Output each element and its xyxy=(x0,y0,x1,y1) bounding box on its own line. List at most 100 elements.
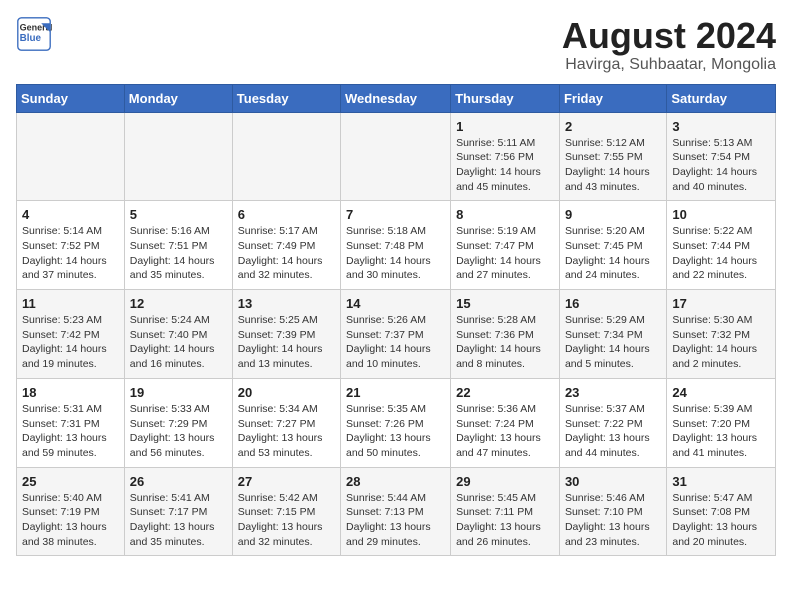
day-number: 7 xyxy=(346,207,445,222)
column-header-sunday: Sunday xyxy=(17,84,125,112)
day-cell: 13Sunrise: 5:25 AM Sunset: 7:39 PM Dayli… xyxy=(232,290,340,379)
day-cell xyxy=(124,112,232,201)
day-cell: 21 Sunrise: 5:35 AM Sunset: 7:26 PM Dayli… xyxy=(341,378,451,467)
day-cell: 24 Sunrise: 5:39 AM Sunset: 7:20 PM Dayli… xyxy=(667,378,776,467)
day-number: 26 xyxy=(130,474,227,489)
day-cell: 15 Sunrise: 5:28 AM Sunset: 7:36 PM Dayli… xyxy=(451,290,560,379)
day-number: 8 xyxy=(456,207,554,222)
day-number: 14 xyxy=(346,296,445,311)
day-cell xyxy=(341,112,451,201)
day-detail: Sunrise: 5:14 AM Sunset: 7:52 PM Dayligh… xyxy=(22,224,119,283)
day-number: 15 xyxy=(456,296,554,311)
day-number: 31 xyxy=(672,474,770,489)
day-cell: 10Sunrise: 5:22 AM Sunset: 7:44 PM Dayli… xyxy=(667,201,776,290)
day-detail: Sunrise: 5:20 AM Sunset: 7:45 PM Dayligh… xyxy=(565,224,661,283)
column-header-thursday: Thursday xyxy=(451,84,560,112)
day-detail: Sunrise: 5:39 AM Sunset: 7:20 PM Dayligh… xyxy=(672,402,770,461)
day-cell: 29 Sunrise: 5:45 AM Sunset: 7:11 PM Dayli… xyxy=(451,467,560,556)
day-number: 3 xyxy=(672,119,770,134)
header-row: SundayMondayTuesdayWednesdayThursdayFrid… xyxy=(17,84,776,112)
calendar-body: 1 Sunrise: 5:11 AM Sunset: 7:56 PM Daylig… xyxy=(17,112,776,556)
column-header-monday: Monday xyxy=(124,84,232,112)
logo-icon: General Blue xyxy=(16,16,52,52)
day-cell: 7 Sunrise: 5:18 AM Sunset: 7:48 PM Daylig… xyxy=(341,201,451,290)
day-number: 4 xyxy=(22,207,119,222)
day-detail: Sunrise: 5:30 AM Sunset: 7:32 PM Dayligh… xyxy=(672,313,770,372)
column-header-friday: Friday xyxy=(559,84,666,112)
day-number: 5 xyxy=(130,207,227,222)
day-detail: Sunrise: 5:41 AM Sunset: 7:17 PM Dayligh… xyxy=(130,491,227,550)
day-detail: Sunrise: 5:11 AM Sunset: 7:56 PM Dayligh… xyxy=(456,136,554,195)
day-number: 28 xyxy=(346,474,445,489)
week-row-3: 11 Sunrise: 5:23 AM Sunset: 7:42 PM Dayli… xyxy=(17,290,776,379)
day-cell: 22 Sunrise: 5:36 AM Sunset: 7:24 PM Dayli… xyxy=(451,378,560,467)
day-number: 25 xyxy=(22,474,119,489)
day-detail: Sunrise: 5:19 AM Sunset: 7:47 PM Dayligh… xyxy=(456,224,554,283)
day-cell: 2Sunrise: 5:12 AM Sunset: 7:55 PM Daylig… xyxy=(559,112,666,201)
day-detail: Sunrise: 5:17 AM Sunset: 7:49 PM Dayligh… xyxy=(238,224,335,283)
day-number: 1 xyxy=(456,119,554,134)
day-detail: Sunrise: 5:45 AM Sunset: 7:11 PM Dayligh… xyxy=(456,491,554,550)
week-row-4: 18Sunrise: 5:31 AM Sunset: 7:31 PM Dayli… xyxy=(17,378,776,467)
day-detail: Sunrise: 5:26 AM Sunset: 7:37 PM Dayligh… xyxy=(346,313,445,372)
day-cell: 4 Sunrise: 5:14 AM Sunset: 7:52 PM Daylig… xyxy=(17,201,125,290)
day-cell: 3 Sunrise: 5:13 AM Sunset: 7:54 PM Daylig… xyxy=(667,112,776,201)
day-cell: 30 Sunrise: 5:46 AM Sunset: 7:10 PM Dayli… xyxy=(559,467,666,556)
day-number: 20 xyxy=(238,385,335,400)
day-number: 29 xyxy=(456,474,554,489)
day-number: 16 xyxy=(565,296,661,311)
day-cell: 28 Sunrise: 5:44 AM Sunset: 7:13 PM Dayli… xyxy=(341,467,451,556)
column-header-tuesday: Tuesday xyxy=(232,84,340,112)
column-header-saturday: Saturday xyxy=(667,84,776,112)
day-detail: Sunrise: 5:36 AM Sunset: 7:24 PM Dayligh… xyxy=(456,402,554,461)
day-detail: Sunrise: 5:34 AM Sunset: 7:27 PM Dayligh… xyxy=(238,402,335,461)
day-number: 23 xyxy=(565,385,661,400)
day-number: 30 xyxy=(565,474,661,489)
day-detail: Sunrise: 5:33 AM Sunset: 7:29 PM Dayligh… xyxy=(130,402,227,461)
day-detail: Sunrise: 5:46 AM Sunset: 7:10 PM Dayligh… xyxy=(565,491,661,550)
week-row-2: 4 Sunrise: 5:14 AM Sunset: 7:52 PM Daylig… xyxy=(17,201,776,290)
day-cell: 16 Sunrise: 5:29 AM Sunset: 7:34 PM Dayli… xyxy=(559,290,666,379)
main-title: August 2024 xyxy=(562,16,776,56)
day-cell: 5 Sunrise: 5:16 AM Sunset: 7:51 PM Daylig… xyxy=(124,201,232,290)
day-detail: Sunrise: 5:47 AM Sunset: 7:08 PM Dayligh… xyxy=(672,491,770,550)
day-detail: Sunrise: 5:18 AM Sunset: 7:48 PM Dayligh… xyxy=(346,224,445,283)
day-cell: 26 Sunrise: 5:41 AM Sunset: 7:17 PM Dayli… xyxy=(124,467,232,556)
day-number: 21 xyxy=(346,385,445,400)
day-detail: Sunrise: 5:29 AM Sunset: 7:34 PM Dayligh… xyxy=(565,313,661,372)
day-number: 17 xyxy=(672,296,770,311)
day-detail: Sunrise: 5:37 AM Sunset: 7:22 PM Dayligh… xyxy=(565,402,661,461)
day-cell: 12Sunrise: 5:24 AM Sunset: 7:40 PM Dayli… xyxy=(124,290,232,379)
day-cell: 6 Sunrise: 5:17 AM Sunset: 7:49 PM Daylig… xyxy=(232,201,340,290)
week-row-5: 25 Sunrise: 5:40 AM Sunset: 7:19 PM Dayli… xyxy=(17,467,776,556)
day-cell xyxy=(17,112,125,201)
day-cell: 20 Sunrise: 5:34 AM Sunset: 7:27 PM Dayli… xyxy=(232,378,340,467)
title-area: August 2024 Havirga, Suhbaatar, Mongolia xyxy=(562,16,776,74)
day-cell: 11 Sunrise: 5:23 AM Sunset: 7:42 PM Dayli… xyxy=(17,290,125,379)
day-detail: Sunrise: 5:44 AM Sunset: 7:13 PM Dayligh… xyxy=(346,491,445,550)
day-detail: Sunrise: 5:16 AM Sunset: 7:51 PM Dayligh… xyxy=(130,224,227,283)
day-cell: 9Sunrise: 5:20 AM Sunset: 7:45 PM Daylig… xyxy=(559,201,666,290)
day-cell: 8 Sunrise: 5:19 AM Sunset: 7:47 PM Daylig… xyxy=(451,201,560,290)
day-number: 2 xyxy=(565,119,661,134)
day-cell: 27 Sunrise: 5:42 AM Sunset: 7:15 PM Dayli… xyxy=(232,467,340,556)
day-detail: Sunrise: 5:42 AM Sunset: 7:15 PM Dayligh… xyxy=(238,491,335,550)
calendar-header: SundayMondayTuesdayWednesdayThursdayFrid… xyxy=(17,84,776,112)
day-number: 12 xyxy=(130,296,227,311)
day-number: 11 xyxy=(22,296,119,311)
day-number: 6 xyxy=(238,207,335,222)
day-detail: Sunrise: 5:13 AM Sunset: 7:54 PM Dayligh… xyxy=(672,136,770,195)
day-number: 24 xyxy=(672,385,770,400)
day-number: 27 xyxy=(238,474,335,489)
day-cell: 31 Sunrise: 5:47 AM Sunset: 7:08 PM Dayli… xyxy=(667,467,776,556)
day-detail: Sunrise: 5:35 AM Sunset: 7:26 PM Dayligh… xyxy=(346,402,445,461)
day-cell: 17 Sunrise: 5:30 AM Sunset: 7:32 PM Dayli… xyxy=(667,290,776,379)
column-header-wednesday: Wednesday xyxy=(341,84,451,112)
day-detail: Sunrise: 5:40 AM Sunset: 7:19 PM Dayligh… xyxy=(22,491,119,550)
day-detail: Sunrise: 5:23 AM Sunset: 7:42 PM Dayligh… xyxy=(22,313,119,372)
day-detail: Sunrise: 5:22 AM Sunset: 7:44 PM Dayligh… xyxy=(672,224,770,283)
day-number: 22 xyxy=(456,385,554,400)
day-cell: 14 Sunrise: 5:26 AM Sunset: 7:37 PM Dayli… xyxy=(341,290,451,379)
calendar-table: SundayMondayTuesdayWednesdayThursdayFrid… xyxy=(16,84,776,557)
day-detail: Sunrise: 5:28 AM Sunset: 7:36 PM Dayligh… xyxy=(456,313,554,372)
